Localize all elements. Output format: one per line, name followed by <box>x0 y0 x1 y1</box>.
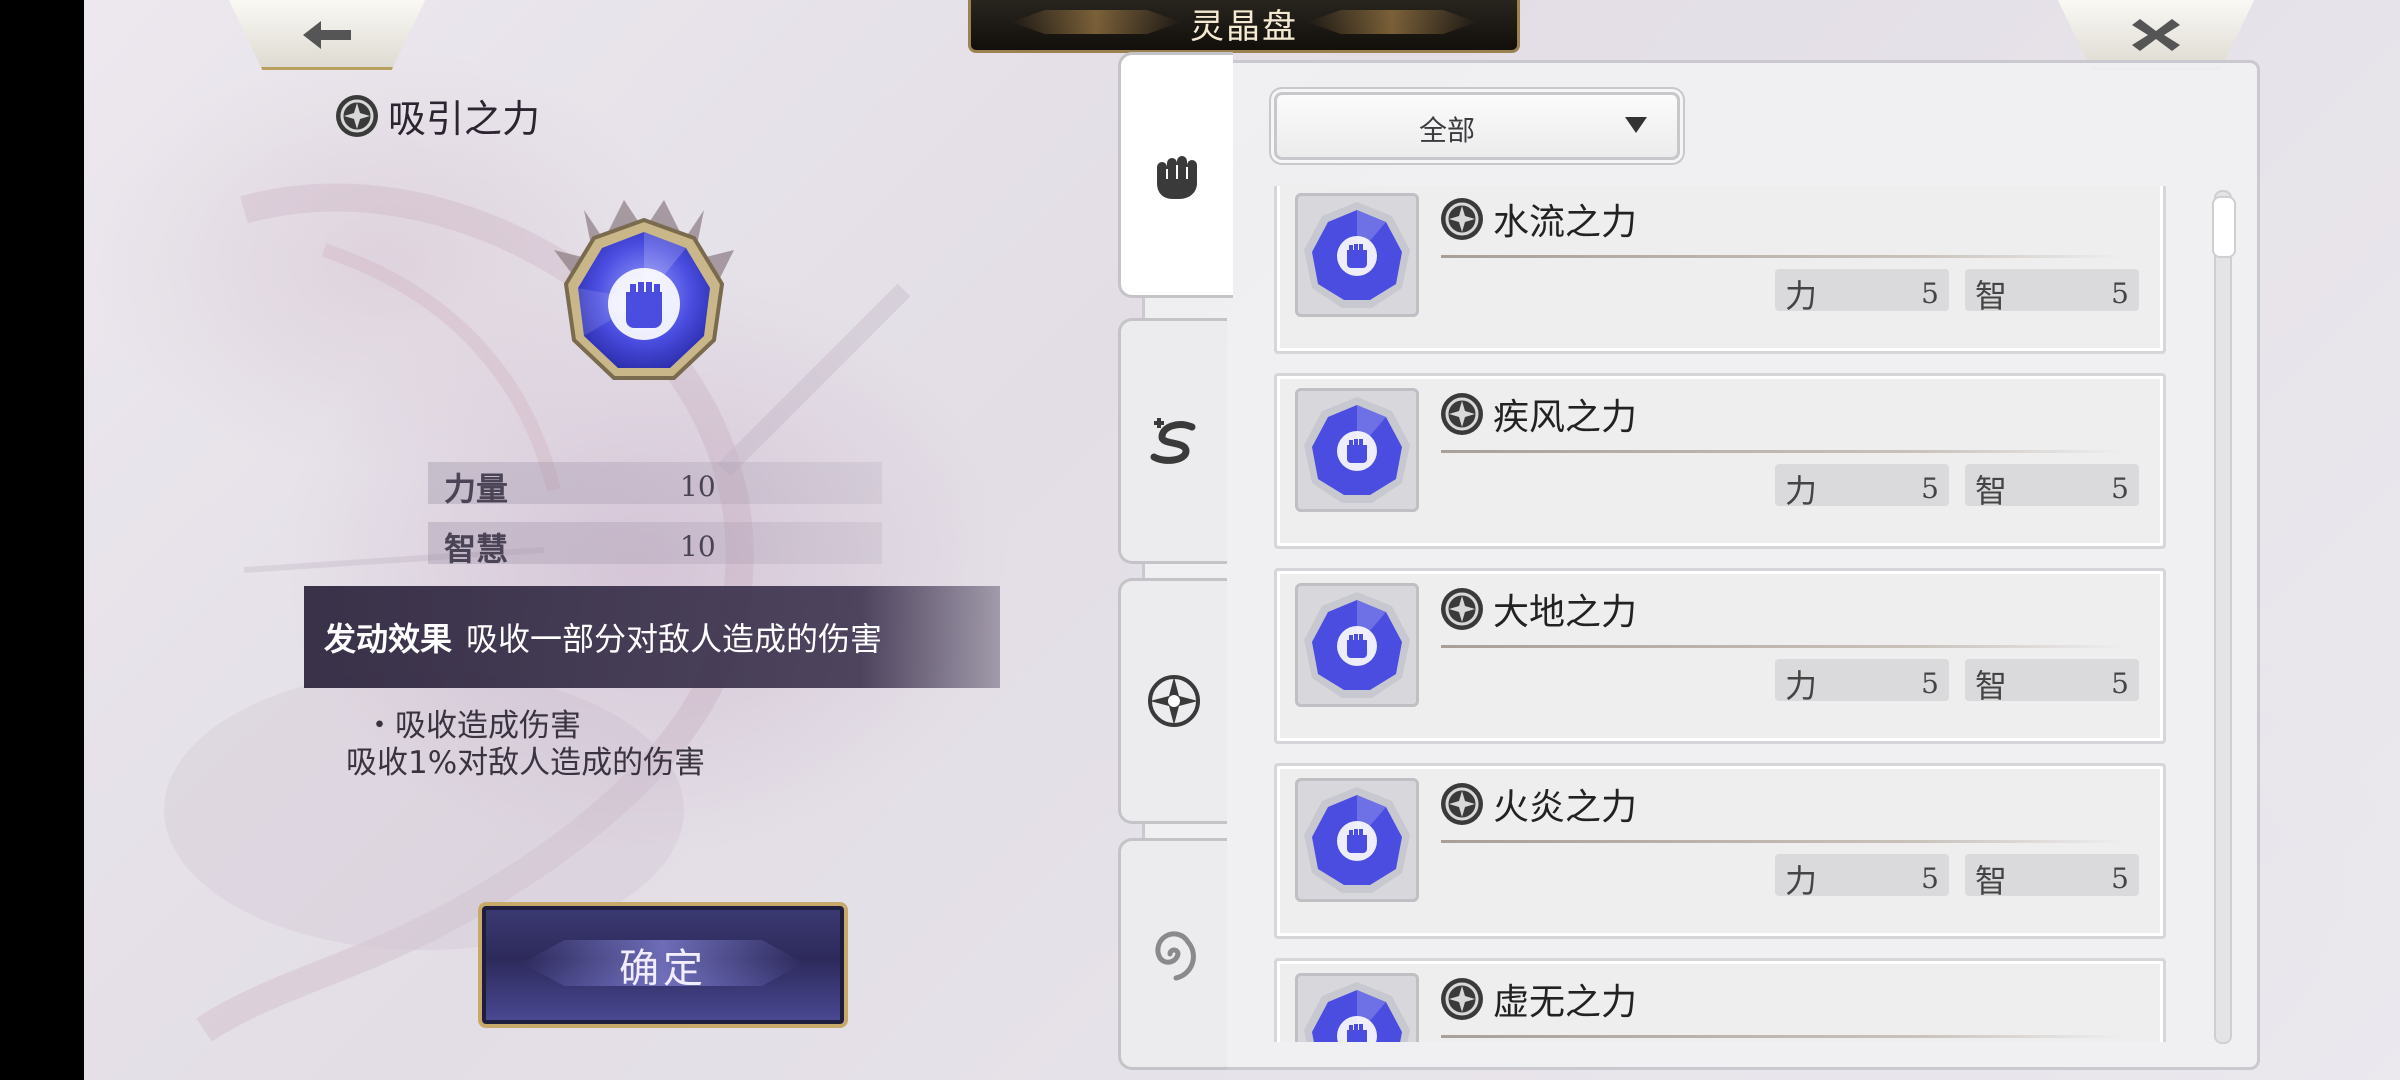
selected-skill-name: 吸引之力 <box>388 97 541 141</box>
item-stat-wisdom: 智5 <box>1965 659 2139 705</box>
item-name: 火炎之力 <box>1493 787 1638 828</box>
item-divider <box>1441 450 2123 453</box>
item-stat-strength: 力5 <box>1775 269 1949 315</box>
item-name-row: 大地之力 <box>1439 583 1637 635</box>
stat-value: 5 <box>1921 472 1939 505</box>
stat-label: 智 <box>1975 277 2008 315</box>
compass-star-icon <box>1148 675 1200 727</box>
item-gem-thumbnail <box>1295 388 1419 512</box>
crystal-list-item[interactable]: 水流之力力 5 智 5 <box>1274 186 2166 354</box>
chevron-down-icon <box>1625 117 1647 133</box>
stat-value: 5 <box>2111 667 2129 700</box>
tab-swirl[interactable] <box>1118 838 1227 1070</box>
crystal-list-item[interactable]: 大地之力力 5 智 5 <box>1274 568 2166 744</box>
back-button[interactable] <box>226 0 428 70</box>
crystal-list-item[interactable]: 疾风之力力 5 智 5 <box>1274 373 2166 549</box>
fist-gem-icon <box>1304 982 1410 1042</box>
stat-value: 10 <box>680 530 716 563</box>
item-gem-thumbnail <box>1295 193 1419 317</box>
item-divider <box>1441 1035 2123 1038</box>
item-name: 水流之力 <box>1493 202 1638 243</box>
item-gem-thumbnail <box>1295 583 1419 707</box>
swirl-icon <box>1155 931 1196 981</box>
effect-description: ・吸收造成伤害 吸收1%对敌人造成的伤害 <box>346 708 705 782</box>
fist-icon <box>1157 156 1197 199</box>
stat-value: 5 <box>2111 862 2129 895</box>
game-screen: 灵晶盘 吸引之力 力量 10 智慧 10 发动效果 吸收一部分对敌人造成的伤害 … <box>84 0 2400 1080</box>
item-name-row: 水流之力 <box>1439 193 1637 245</box>
tab-fist[interactable] <box>1118 52 1233 298</box>
list-scrollbar-thumb[interactable] <box>2212 196 2236 258</box>
stat-label: 力 <box>1785 472 1818 510</box>
item-stat-strength: 力5 <box>1775 854 1949 900</box>
stat-row-strength: 力量 10 <box>428 462 882 508</box>
stat-row-wisdom: 智慧 10 <box>428 522 882 568</box>
stat-label: 智 <box>1975 472 2008 510</box>
crystal-list-item[interactable]: 虚无之力力5智5 <box>1274 958 2166 1042</box>
stat-label: 力 <box>1785 862 1818 900</box>
filter-selected-value: 全部 <box>1418 114 1475 147</box>
title-decoration-left <box>1011 10 1181 34</box>
item-name-row: 火炎之力 <box>1439 778 1637 830</box>
effect-desc-line1: ・吸收造成伤害 <box>364 708 581 744</box>
item-divider <box>1441 645 2123 648</box>
stat-label: 力 <box>1785 667 1818 705</box>
item-name: 大地之力 <box>1493 592 1638 633</box>
stat-value: 5 <box>2111 277 2129 310</box>
item-divider <box>1441 840 2123 843</box>
close-icon <box>2132 19 2180 51</box>
fist-gem-icon <box>1304 397 1410 503</box>
title-decoration-right <box>1307 10 1477 34</box>
item-name: 虚无之力 <box>1493 982 1638 1023</box>
item-stat-wisdom: 智5 <box>1965 854 2139 900</box>
fist-gem-icon <box>1304 592 1410 698</box>
item-stat-wisdom: 智5 <box>1965 464 2139 510</box>
stat-value: 5 <box>1921 667 1939 700</box>
effect-label: 发动效果 <box>324 620 453 658</box>
stat-label: 力 <box>1785 277 1818 315</box>
crystal-list[interactable]: 水流之力力 5 智 5 疾风之力力 5 智 5 大地之力 力 5 智 5 火炎之… <box>1274 186 2170 1042</box>
stat-value: 5 <box>2111 472 2129 505</box>
tab-compass[interactable] <box>1118 578 1227 824</box>
item-stat-wisdom: 智5 <box>1965 269 2139 315</box>
category-filter-dropdown[interactable]: 全部 <box>1274 92 1680 160</box>
stat-value: 10 <box>680 470 716 503</box>
effect-text: 吸收一部分对敌人造成的伤害 <box>466 620 883 658</box>
crystal-badge-icon <box>1441 588 1483 630</box>
crystal-badge-icon <box>1441 783 1483 825</box>
tab-serpent[interactable] <box>1118 318 1227 564</box>
fist-gem-icon <box>1304 202 1410 308</box>
list-scrollbar-track[interactable] <box>2214 190 2232 1044</box>
confirm-label: 确定 <box>619 946 707 992</box>
stat-label: 智慧 <box>444 530 509 568</box>
crystal-list-item[interactable]: 火炎之力力 5 智 5 <box>1274 763 2166 939</box>
crystal-badge-icon <box>1441 198 1483 240</box>
effect-banner: 发动效果 吸收一部分对敌人造成的伤害 <box>304 586 1000 688</box>
item-name-row: 疾风之力 <box>1439 388 1637 440</box>
serpent-icon <box>1150 418 1196 464</box>
crystal-badge-icon <box>1441 393 1483 435</box>
item-gem-thumbnail <box>1295 973 1419 1042</box>
item-gem-thumbnail <box>1295 778 1419 902</box>
item-stat-strength: 力5 <box>1775 464 1949 510</box>
fist-gem-icon <box>1304 787 1410 893</box>
title-plate: 灵晶盘 <box>968 0 1520 53</box>
fist-gem-icon <box>554 200 734 380</box>
crystal-badge-icon <box>336 94 378 137</box>
effect-desc-line2: 吸收1%对敌人造成的伤害 <box>346 745 706 781</box>
selected-skill-header: 吸引之力 <box>334 88 540 143</box>
stat-label: 力量 <box>444 470 509 508</box>
stat-label: 智 <box>1975 862 2008 900</box>
crystal-badge-icon <box>1441 978 1483 1020</box>
page-title: 灵晶盘 <box>1190 6 1298 47</box>
item-divider <box>1441 255 2123 258</box>
confirm-button[interactable]: 确定 <box>478 902 848 1028</box>
arrow-left-icon <box>303 21 351 49</box>
item-name: 疾风之力 <box>1493 397 1638 438</box>
stat-label: 智 <box>1975 667 2008 705</box>
item-stat-strength: 力5 <box>1775 659 1949 705</box>
stat-value: 5 <box>1921 277 1939 310</box>
stat-value: 5 <box>1921 862 1939 895</box>
item-name-row: 虚无之力 <box>1439 973 1637 1025</box>
